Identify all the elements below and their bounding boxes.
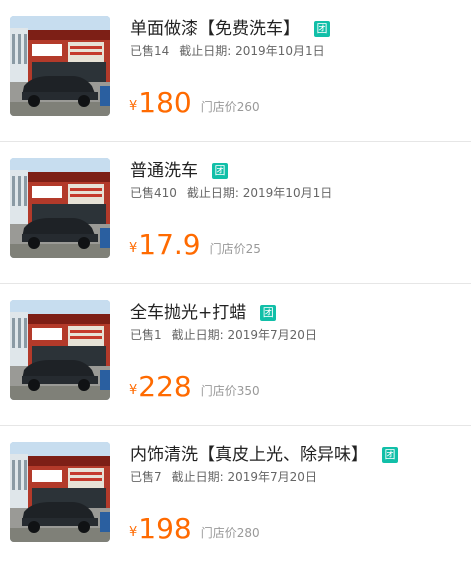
deal-meta: 已售14 截止日期: 2019年10月1日 [130, 44, 325, 58]
currency-symbol: ¥ [129, 241, 138, 256]
deadline: 截止日期: 2019年10月1日 [179, 44, 325, 58]
group-buy-badge: 团 [382, 447, 398, 463]
deal-price: 180 [138, 86, 192, 119]
currency-symbol: ¥ [129, 383, 138, 398]
title-row: 单面做漆【免费洗车】 团 [130, 18, 330, 40]
deal-thumbnail[interactable] [10, 16, 110, 116]
store-price: 门店价260 [200, 100, 260, 114]
deal-thumbnail[interactable] [10, 300, 110, 400]
deadline: 截止日期: 2019年7月20日 [171, 470, 317, 484]
store-price: 门店价25 [209, 242, 261, 256]
deadline: 截止日期: 2019年10月1日 [186, 186, 333, 200]
deal-item[interactable]: 全车抛光+打蜡 团 已售1 截止日期: 2019年7月20日 ¥ 228 门店价3… [0, 284, 471, 426]
currency-symbol: ¥ [129, 99, 138, 114]
deal-title[interactable]: 内饰清洗【真皮上光、除异味】 [130, 444, 368, 466]
sold-count: 已售1 [130, 328, 162, 342]
deal-meta: 已售1 截止日期: 2019年7月20日 [130, 328, 317, 342]
deadline: 截止日期: 2019年7月20日 [171, 328, 317, 342]
deal-title[interactable]: 全车抛光+打蜡 [130, 302, 246, 324]
price-row: ¥ 17.9 门店价25 [129, 228, 261, 260]
deal-title[interactable]: 单面做漆【免费洗车】 [130, 18, 300, 40]
deal-item[interactable]: 内饰清洗【真皮上光、除异味】 团 已售7 截止日期: 2019年7月20日 ¥ 1… [0, 426, 471, 568]
store-price: 门店价280 [200, 526, 260, 540]
price-row: ¥ 180 门店价260 [129, 86, 260, 118]
sold-count: 已售14 [130, 44, 170, 58]
deal-title[interactable]: 普通洗车 [130, 160, 198, 182]
title-row: 内饰清洗【真皮上光、除异味】 团 [130, 444, 398, 466]
deal-meta: 已售7 截止日期: 2019年7月20日 [130, 470, 317, 484]
store-price: 门店价350 [200, 384, 260, 398]
price-row: ¥ 198 门店价280 [129, 512, 260, 544]
deal-list: 单面做漆【免费洗车】 团 已售14 截止日期: 2019年10月1日 ¥ 180 … [0, 0, 471, 568]
group-buy-badge: 团 [314, 21, 330, 37]
deal-item[interactable]: 普通洗车 团 已售410 截止日期: 2019年10月1日 ¥ 17.9 门店价2… [0, 142, 471, 284]
deal-thumbnail[interactable] [10, 442, 110, 542]
group-buy-badge: 团 [212, 163, 228, 179]
deal-price: 228 [138, 370, 192, 403]
sold-count: 已售410 [130, 186, 177, 200]
price-row: ¥ 228 门店价350 [129, 370, 260, 402]
sold-count: 已售7 [130, 470, 162, 484]
title-row: 普通洗车 团 [130, 160, 228, 182]
deal-meta: 已售410 截止日期: 2019年10月1日 [130, 186, 332, 200]
deal-item[interactable]: 单面做漆【免费洗车】 团 已售14 截止日期: 2019年10月1日 ¥ 180 … [0, 0, 471, 142]
deal-price: 198 [138, 512, 192, 545]
group-buy-badge: 团 [260, 305, 277, 321]
deal-thumbnail[interactable] [10, 158, 110, 258]
deal-price: 17.9 [138, 228, 201, 261]
title-row: 全车抛光+打蜡 团 [130, 302, 277, 324]
currency-symbol: ¥ [129, 525, 138, 540]
